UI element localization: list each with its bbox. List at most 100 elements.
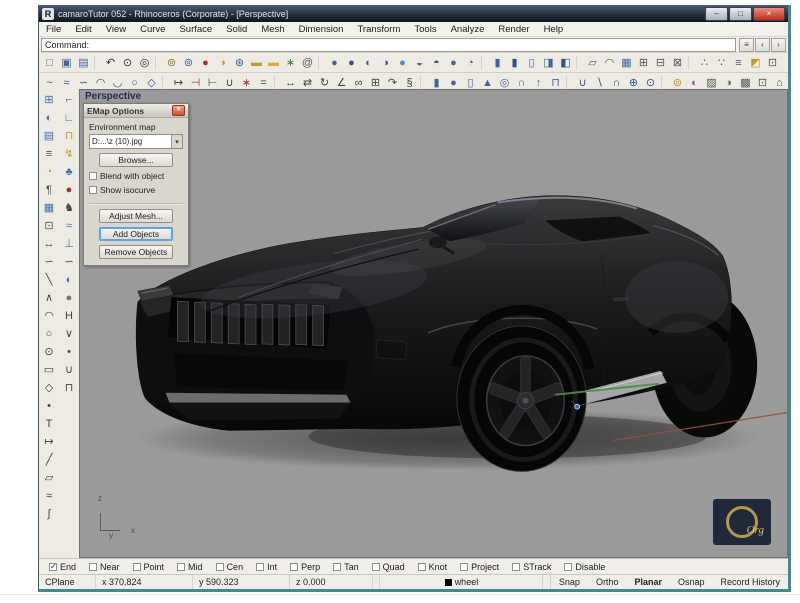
cen-checkbox[interactable]: [216, 563, 224, 571]
menu-surface[interactable]: Surface: [172, 24, 219, 35]
add-objects-button[interactable]: Add Objects: [99, 227, 173, 241]
environment-editor-icon[interactable]: ▬: [266, 55, 282, 71]
titlebar[interactable]: R camaroTutor 052 - Rhinoceros (Corporat…: [39, 5, 788, 22]
chevron-down-icon[interactable]: ▾: [171, 135, 182, 148]
pipe-joint-icon[interactable]: ∟: [61, 110, 77, 126]
quad-checkbox[interactable]: [372, 563, 380, 571]
osnap-perp[interactable]: Perp: [290, 562, 320, 572]
dialog-titlebar[interactable]: EMap Options ×: [84, 104, 188, 118]
box-display-5-icon[interactable]: ◧: [558, 55, 574, 71]
viewport-layout-icon[interactable]: ⊞: [41, 92, 57, 108]
snap-toggle[interactable]: Snap: [551, 575, 588, 589]
box-display-1-icon[interactable]: ▮: [490, 55, 506, 71]
viewport-title[interactable]: Perspective: [85, 91, 141, 102]
menu-render[interactable]: Render: [491, 24, 536, 35]
cap-tool-icon[interactable]: ⊓: [61, 380, 77, 396]
remove-objects-button[interactable]: Remove Objects: [99, 245, 173, 259]
elbow-pipe-icon[interactable]: ⌐: [61, 92, 77, 108]
render-mesh-icon[interactable]: @: [300, 55, 316, 71]
menu-view[interactable]: View: [99, 24, 133, 35]
shade-icon[interactable]: ◑: [215, 55, 231, 71]
close-button[interactable]: ×: [753, 7, 785, 21]
point-tool-icon[interactable]: •: [41, 398, 57, 414]
sphere-shade-3-icon[interactable]: ◐: [361, 55, 377, 71]
osnap-quad[interactable]: Quad: [372, 562, 405, 572]
front-wheel[interactable]: [457, 326, 586, 471]
render-ball-icon[interactable]: ●: [61, 182, 77, 198]
sphere-shade-9-icon[interactable]: ◔: [463, 55, 479, 71]
render-current-icon[interactable]: ●: [198, 55, 214, 71]
menu-tools[interactable]: Tools: [407, 24, 443, 35]
menu-edit[interactable]: Edit: [68, 24, 98, 35]
analyze-icon[interactable]: ◔: [41, 164, 57, 180]
planar-toggle[interactable]: Planar: [626, 575, 670, 589]
dot-icon[interactable]: •: [61, 344, 77, 360]
browse-button[interactable]: Browse...: [99, 153, 173, 167]
minimize-button[interactable]: –: [705, 7, 728, 21]
menu-help[interactable]: Help: [537, 24, 571, 35]
mesh-surface-icon[interactable]: ▦: [619, 55, 635, 71]
shaded-sphere-icon[interactable]: ◐: [61, 272, 77, 288]
surface-tool-icon[interactable]: ▱: [41, 470, 57, 486]
near-checkbox[interactable]: [89, 563, 97, 571]
layers-icon[interactable]: ▤: [41, 128, 57, 144]
undo-icon[interactable]: ↶: [103, 55, 119, 71]
save-icon[interactable]: ▣: [59, 55, 75, 71]
runner-icon[interactable]: ♞: [61, 200, 77, 216]
menu-transform[interactable]: Transform: [350, 24, 407, 35]
environment-map-dropdown[interactable]: D:...\z (10).jpg ▾: [89, 134, 183, 149]
strack-checkbox[interactable]: [512, 563, 520, 571]
move-tool-icon[interactable]: ↔: [41, 236, 57, 252]
viewport-perspective[interactable]: Perspective EMap Options × Environment m…: [79, 89, 788, 558]
show-isocurve-option[interactable]: Show isocurve: [89, 185, 183, 195]
osnap-end[interactable]: End: [49, 562, 76, 572]
tan-checkbox[interactable]: [333, 563, 341, 571]
cplane-button[interactable]: CPlane: [39, 575, 96, 589]
select-box-icon[interactable]: ⊡: [765, 55, 781, 71]
select-dots-icon[interactable]: ∵: [714, 55, 730, 71]
flamingo-icon[interactable]: ∗: [283, 55, 299, 71]
render-icon[interactable]: ⊚: [164, 55, 180, 71]
sphere-shade-6-icon[interactable]: ◒: [412, 55, 428, 71]
current-layer[interactable]: wheel: [380, 575, 543, 589]
blend-with-object-checkbox[interactable]: [89, 172, 97, 180]
arc-tool-icon[interactable]: ◠: [41, 308, 57, 324]
osnap-tan[interactable]: Tan: [333, 562, 359, 572]
grid-icon[interactable]: ⊞: [636, 55, 652, 71]
clamp-icon[interactable]: ⊓: [61, 128, 77, 144]
ortho-toggle[interactable]: Ortho: [588, 575, 627, 589]
sweep-icon[interactable]: ∫: [41, 506, 57, 522]
menu-analyze[interactable]: Analyze: [444, 24, 492, 35]
notes-icon[interactable]: ¶: [41, 182, 57, 198]
clover-icon[interactable]: ♣: [61, 164, 77, 180]
osnap-knot[interactable]: Knot: [418, 562, 448, 572]
menu-mesh[interactable]: Mesh: [254, 24, 291, 35]
sphere-shade-7-icon[interactable]: ◓: [429, 55, 445, 71]
zoom-window-icon[interactable]: ◎: [137, 55, 153, 71]
int-checkbox[interactable]: [256, 563, 264, 571]
zoom-extents-icon[interactable]: ⊙: [120, 55, 136, 71]
blend-with-object-option[interactable]: Blend with object: [89, 171, 183, 181]
sphere-shade-5-icon[interactable]: ●: [395, 55, 411, 71]
command-next-button[interactable]: ›: [771, 38, 786, 52]
patch-icon[interactable]: ◠: [602, 55, 618, 71]
vee-icon[interactable]: ∨: [61, 326, 77, 342]
grid-snap-icon[interactable]: ▦: [41, 200, 57, 216]
menu-curve[interactable]: Curve: [133, 24, 172, 35]
osnap-point[interactable]: Point: [133, 562, 165, 572]
osnap-strack[interactable]: STrack: [512, 562, 551, 572]
mesh-box-icon[interactable]: ⊠: [670, 55, 686, 71]
menu-dimension[interactable]: Dimension: [292, 24, 351, 35]
units-icon[interactable]: ⊡: [41, 218, 57, 234]
loft-icon[interactable]: ≈: [41, 488, 57, 504]
perp-checkbox[interactable]: [290, 563, 298, 571]
rectangle-tool-icon[interactable]: ▭: [41, 362, 57, 378]
osnap-project[interactable]: Project: [460, 562, 499, 572]
render-preview-icon[interactable]: ⊚: [181, 55, 197, 71]
knot-checkbox[interactable]: [418, 563, 426, 571]
sphere-shade-2-icon[interactable]: ●: [344, 55, 360, 71]
menu-solid[interactable]: Solid: [219, 24, 254, 35]
waves-icon[interactable]: ≈: [61, 218, 77, 234]
select-points-icon[interactable]: ∴: [697, 55, 713, 71]
new-file-icon[interactable]: □: [42, 55, 58, 71]
